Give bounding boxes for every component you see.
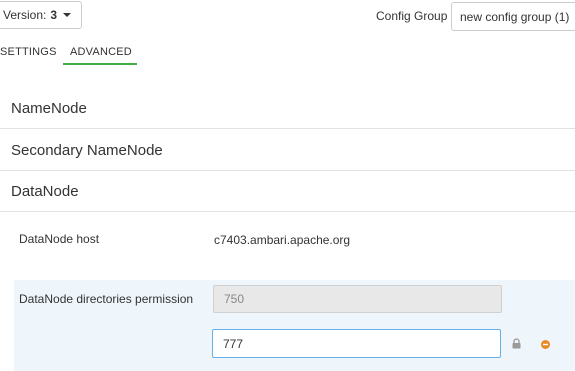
section-secondary-namenode[interactable]: Secondary NameNode — [0, 130, 575, 171]
datanode-dir-perm-override-input[interactable] — [212, 329, 501, 358]
chevron-down-icon — [63, 13, 72, 17]
datanode-host-value: c7403.ambari.apache.org — [214, 233, 351, 247]
section-title: NameNode — [11, 100, 87, 117]
section-title: DataNode — [11, 183, 79, 200]
tab-advanced[interactable]: ADVANCED — [70, 46, 132, 58]
datanode-dir-perm-default-field: 750 — [213, 285, 502, 313]
active-tab-indicator — [63, 63, 137, 65]
datanode-host-label: DataNode host — [19, 232, 100, 246]
config-group-dropdown[interactable]: new config group (1) — [451, 2, 575, 31]
tab-settings[interactable]: SETTINGS — [0, 46, 57, 58]
version-dropdown[interactable]: Version: 3 — [0, 1, 82, 29]
datanode-dir-perm-label: DataNode directories permission — [19, 292, 194, 306]
version-label: Version: — [3, 8, 47, 22]
remove-override-icon[interactable] — [541, 340, 550, 349]
section-title: Secondary NameNode — [11, 142, 163, 159]
version-value: 3 — [50, 8, 58, 22]
page: Version: 3 Config Group new config group… — [0, 0, 575, 371]
section-namenode[interactable]: NameNode — [0, 88, 575, 129]
config-group-label: Config Group — [376, 9, 448, 23]
section-datanode[interactable]: DataNode — [0, 171, 575, 212]
lock-icon[interactable] — [511, 338, 522, 349]
config-group-value: new config group (1) — [460, 9, 570, 24]
